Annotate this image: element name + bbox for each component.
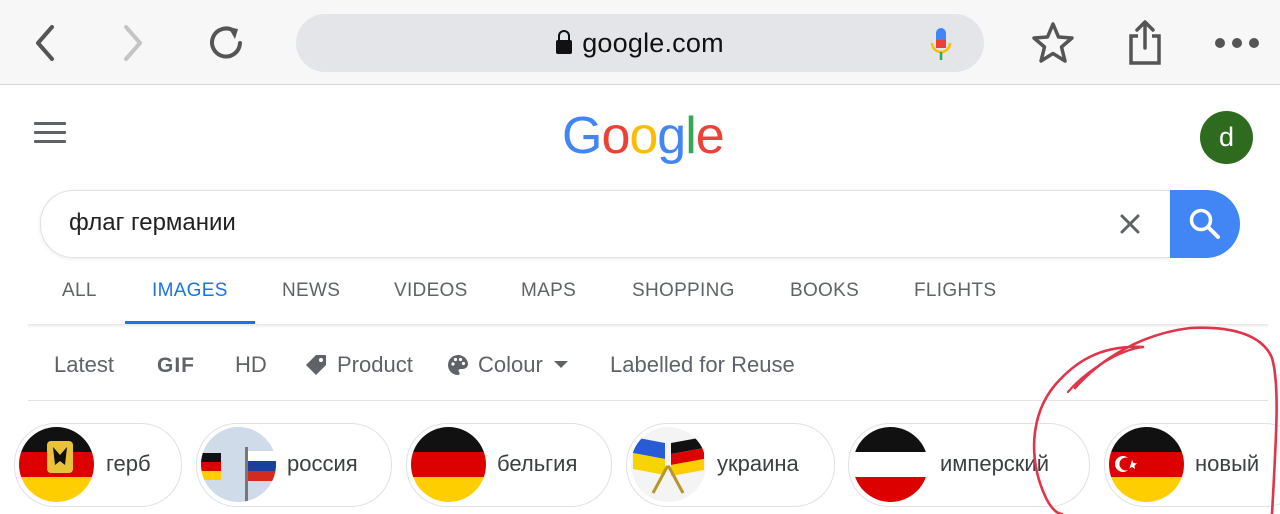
avatar[interactable]: d [1200,111,1253,164]
tabs-divider [28,324,1268,328]
google-logo[interactable]: Google [562,106,725,166]
logo-letter: o [601,107,630,165]
logo-letter: g [657,107,686,165]
tab-all[interactable]: ALL [62,280,97,302]
chip-thumbnail [19,427,94,502]
more-icon[interactable] [1212,18,1262,68]
mic-icon[interactable] [930,28,952,67]
clear-icon[interactable] [1117,211,1143,237]
chip-label: украина [717,451,799,476]
chip-label: имперский [940,451,1050,476]
chip-thumbnail [1109,427,1184,502]
logo-letter: l [685,107,697,165]
tab-images[interactable]: IMAGES [152,280,228,302]
chip-label: россия [287,451,358,476]
url-text: google.com [582,27,724,58]
chip-thumbnail [853,427,928,502]
star-icon[interactable] [1028,18,1078,68]
forward-icon[interactable] [108,18,158,68]
tab-books[interactable]: BOOKS [790,280,859,302]
back-icon[interactable] [20,18,70,68]
chip-label: герб [106,451,151,476]
search-tabs: ALL IMAGES NEWS VIDEOS MAPS SHOPPING BOO… [0,260,1280,326]
filter-labelled-for-reuse[interactable]: Labelled for Reuse [610,352,795,378]
search-box[interactable]: флаг германии [40,190,1169,258]
tab-videos[interactable]: VIDEOS [394,280,468,302]
image-filters: Latest GIF HD Product Colour Labelled fo… [0,340,1280,390]
filter-colour[interactable]: Colour [446,352,569,378]
filter-latest[interactable]: Latest [54,352,114,378]
filter-hd[interactable]: HD [235,352,267,378]
tag-icon [306,355,326,375]
related-chip-gerb[interactable]: герб [14,423,182,507]
filter-colour-label: Colour [478,352,543,377]
search-button[interactable] [1170,190,1240,258]
filter-product-label: Product [337,352,413,377]
browser-toolbar: google.com [0,0,1280,85]
chip-thumbnail [411,427,486,502]
share-icon[interactable] [1120,18,1170,68]
logo-letter: o [629,107,658,165]
dropdown-arrow-icon [553,361,568,368]
reload-icon[interactable] [201,18,251,68]
chip-thumbnail [201,427,276,502]
search-input[interactable]: флаг германии [69,209,236,237]
filters-divider [28,400,1268,401]
related-chip-noviy[interactable]: новый [1104,423,1280,507]
search-icon [1189,208,1220,239]
address-bar[interactable]: google.com [296,14,984,72]
tab-maps[interactable]: MAPS [521,280,576,302]
logo-letter: e [695,107,725,165]
filter-gif[interactable]: GIF [157,354,195,378]
chip-label: новый [1195,451,1260,476]
chip-thumbnail [631,427,706,502]
chip-label: бельгия [497,451,578,476]
logo-letter: G [562,107,602,165]
filter-product[interactable]: Product [304,352,413,378]
hamburger-menu-icon[interactable] [34,122,66,144]
related-chip-belgiya[interactable]: бельгия [406,423,612,507]
related-chip-rossiya[interactable]: россия [196,423,392,507]
lock-icon [556,30,573,54]
palette-icon [448,355,468,375]
tab-news[interactable]: NEWS [282,280,340,302]
tab-shopping[interactable]: SHOPPING [632,280,735,302]
related-chip-ukraina[interactable]: украина [626,423,835,507]
tab-flights[interactable]: FLIGHTS [914,280,996,302]
related-chip-imperskiy[interactable]: имперский [848,423,1090,507]
